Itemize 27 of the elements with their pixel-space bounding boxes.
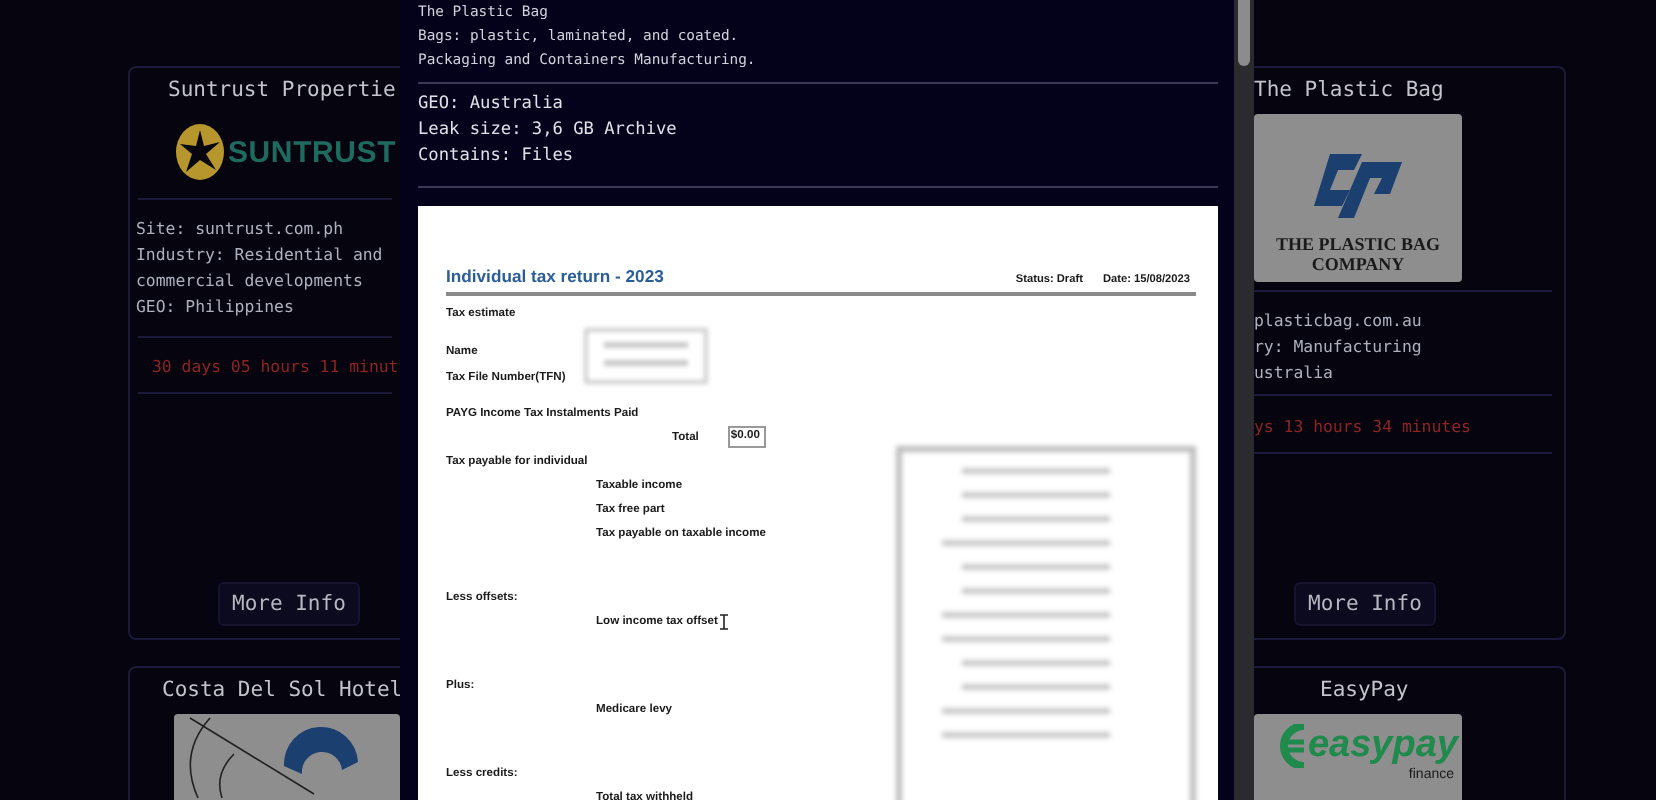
document-title: Individual tax return - 2023 (446, 266, 664, 286)
scrollbar-thumb[interactable] (1238, 0, 1250, 66)
logo-text: easypay (1307, 724, 1458, 767)
sunburst-logo-icon (174, 122, 226, 182)
company-name: The Plastic Bag (1254, 76, 1444, 104)
detail-line: Industry: Residential and (136, 242, 383, 268)
logo-text: THE PLASTIC BAG (1275, 234, 1441, 254)
detail-line: commercial developments (136, 268, 363, 294)
logo-text: COMPANY (1311, 254, 1405, 274)
redacted-block (584, 327, 708, 383)
logo-text: SUNTRUST (228, 135, 397, 169)
company-name: Costa Del Sol Hotel (162, 676, 403, 704)
countdown-timer: ys 13 hours 34 minutes (1254, 414, 1471, 440)
company-name: EasyPay (1320, 676, 1409, 704)
scrollbar[interactable] (1234, 0, 1254, 800)
detail-line: plasticbag.com.au (1254, 308, 1422, 334)
more-info-button[interactable]: More Info (1294, 582, 1436, 626)
detail-line: Site: suntrust.com.ph (136, 216, 344, 242)
detail-line: ry: Manufacturing (1254, 334, 1422, 360)
fact-line: GEO: Australia (418, 92, 563, 118)
countdown-timer: 30 days 05 hours 11 minut (150, 354, 399, 380)
detail-line: GEO: Philippines (136, 294, 294, 320)
fact-line: Contains: Files (418, 144, 574, 170)
fact-line: Leak size: 3,6 GB Archive (418, 118, 677, 144)
more-info-button[interactable]: More Info (218, 582, 360, 626)
detail-line: ustralia (1254, 360, 1333, 386)
company-name: Suntrust Propertie (168, 76, 396, 104)
